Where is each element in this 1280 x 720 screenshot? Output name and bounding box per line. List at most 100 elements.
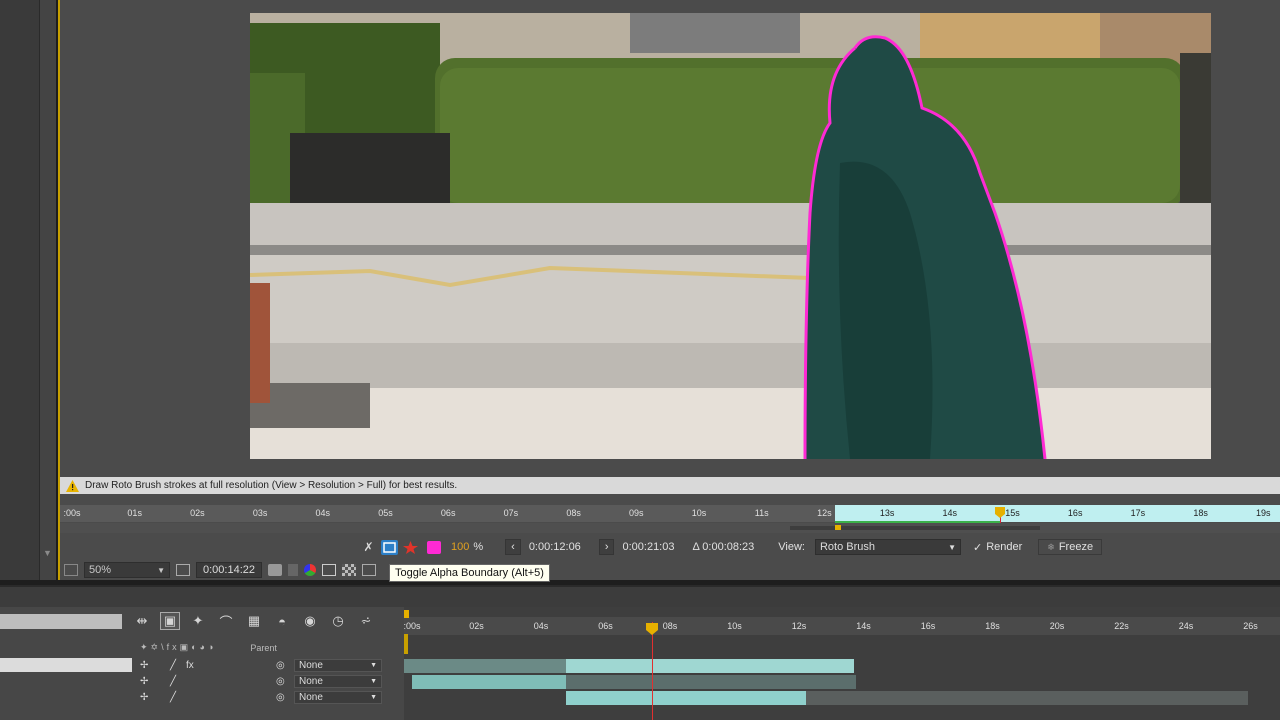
timeline-tick-label: 16s [920,621,936,631]
ruler-tick-label: 04s [315,508,331,518]
chevron-down-icon: ▼ [948,542,956,552]
span-end-time[interactable]: 0:00:21:03 [622,541,674,553]
chevron-down-icon: ▼ [157,565,165,575]
work-area-start-icon[interactable] [0,608,412,620]
film-strip-icon[interactable] [362,564,376,576]
snapshot-camera-icon[interactable] [268,564,282,576]
color-channels-icon[interactable] [304,564,316,576]
show-snapshot-icon[interactable] [288,564,298,576]
layer-row[interactable]: ✢ ╱ fx ◎ None ▼ [0,657,404,673]
chevron-down-icon: ▼ [370,677,377,685]
ruler-tick-label: 07s [503,508,519,518]
solo-icon[interactable]: ✢ [140,692,148,703]
ruler-tick-label: 09s [629,508,644,518]
layer-row[interactable]: ✢ ╱ ◎ None ▼ [0,673,404,689]
timeline-tick-label: 14s [856,621,871,631]
ruler-tick-label: 17s [1130,508,1146,518]
ruler-tick-label: 16s [1067,508,1083,518]
timeline-tick-label: 02s [469,621,484,631]
layer-row[interactable]: ✢ ╱ ◎ None ▼ [0,689,404,705]
timeline-ruler[interactable]: :00s 02s 04s 06s 08s 10s 12s 14s 16s 18s 20s 22s 24s… [403,617,1280,635]
tooltip-text: Toggle Alpha Boundary (Alt+5) [395,567,544,579]
solo-icon[interactable]: ✢ [140,660,148,671]
ruler-tick-label: 10s [691,508,707,518]
project-panel-edge [0,0,40,580]
overlay-opacity-value[interactable]: 100 [451,541,469,553]
current-time-value: 0:00:14:22 [203,564,255,576]
pickwhip-icon[interactable]: ◎ [276,692,285,703]
ruler-tick-label: 05s [378,508,393,518]
quality-icon[interactable]: ╱ [170,676,176,687]
ruler-tick-label: 19s [1256,508,1271,518]
parent-select[interactable]: None ▼ [294,674,382,688]
chevron-down-icon: ▼ [370,693,377,701]
pickwhip-icon[interactable]: ◎ [276,660,285,671]
set-span-start-button[interactable]: ‹ [505,539,521,555]
timeline-tick-label: 08s [662,621,678,631]
layer-bar[interactable] [566,659,854,673]
scroll-down-icon[interactable]: ▼ [43,548,52,558]
layer-viewer[interactable] [250,13,1211,459]
effects-icon[interactable]: fx [186,660,194,671]
pickwhip-icon[interactable]: ◎ [276,676,285,687]
ruler-tick-label: 08s [566,508,581,518]
layer-bar[interactable] [566,691,806,705]
current-time-indicator-icon[interactable] [995,505,1005,522]
overlay-opacity-unit: % [473,541,484,553]
roto-figure-icon[interactable]: ✗ [360,540,377,555]
zoom-value: 50% [89,564,112,576]
view-select[interactable]: Roto Brush ▼ [814,539,961,555]
render-checkbox[interactable]: ✓ [973,541,982,554]
quality-icon[interactable]: ╱ [170,660,176,671]
layer-bar[interactable] [566,675,856,689]
set-span-end-button[interactable]: › [598,539,615,555]
roto-brush-controls: ✗ 100 % ‹ 0:00:12:06 › 0:00:21:03 Δ 0:00… [360,538,1103,556]
layer-name-cell[interactable] [0,658,132,672]
viewer-toolbar: 50% ▼ 0:00:14:22 [60,561,1280,579]
roto-span-track [60,523,1280,533]
parent-select[interactable]: None ▼ [294,690,382,704]
footage-frame [250,13,1211,459]
region-of-interest-icon[interactable] [322,564,336,576]
timeline-current-time-indicator-icon[interactable] [646,622,658,636]
ruler-tick-label: 11s [754,508,769,518]
parent-value: None [299,675,323,687]
panel-scrollbar[interactable]: ▼ [40,0,56,580]
parent-select[interactable]: None ▼ [294,658,382,672]
toggle-alpha-boundary-icon[interactable] [381,539,398,555]
span-start-time[interactable]: 0:00:12:06 [529,541,581,553]
current-time-display[interactable]: 0:00:14:22 [196,562,262,578]
magnification-select[interactable]: 50% ▼ [84,562,170,578]
render-label[interactable]: Render [986,541,1022,553]
boundary-color-swatch[interactable] [427,540,441,554]
transparency-grid-icon[interactable] [342,564,356,576]
layer-bar[interactable] [806,691,1248,705]
freeze-button[interactable]: ❄ Freeze [1038,539,1103,555]
ruler-tick-label: 03s [252,508,268,518]
timeline-tick-label: 22s [1114,621,1129,631]
layer-bar[interactable] [412,675,566,689]
warning-text: Draw Roto Brush strokes at full resoluti… [85,480,458,491]
solo-icon[interactable]: ✢ [140,676,148,687]
timeline-tick-label: 06s [598,621,613,631]
timeline-tick-label: 10s [727,621,742,631]
ruler-tick-label: 06s [440,508,456,518]
ruler-tick-label: 15s [1005,508,1020,518]
ruler-tick-label: 02s [190,508,205,518]
switch-icons: ✦✡\fx▣◐◕◑ [140,642,217,652]
alpha-overlay-icon[interactable] [402,540,419,555]
freeze-label: Freeze [1058,541,1094,553]
ruler-tick-label: 14s [942,508,958,518]
title-action-safe-icon[interactable] [176,564,190,576]
quality-icon[interactable]: ╱ [170,692,176,703]
timeline-header [0,585,1280,607]
always-preview-icon[interactable] [64,564,78,576]
layer-time-ruler[interactable]: :00s 01s 02s 03s 04s 05s 06s 07s 08s 09s 10s 11s 12s… [60,505,1280,531]
parent-column-label: Parent [250,642,277,653]
timeline-tick-label: 24s [1178,621,1194,631]
span-duration: Δ 0:00:08:23 [692,541,755,553]
timeline-tick-label: 18s [985,621,1000,631]
timeline-tick-label: :00s [403,621,421,631]
span-strip [790,526,1040,530]
layer-bar[interactable] [404,659,566,673]
